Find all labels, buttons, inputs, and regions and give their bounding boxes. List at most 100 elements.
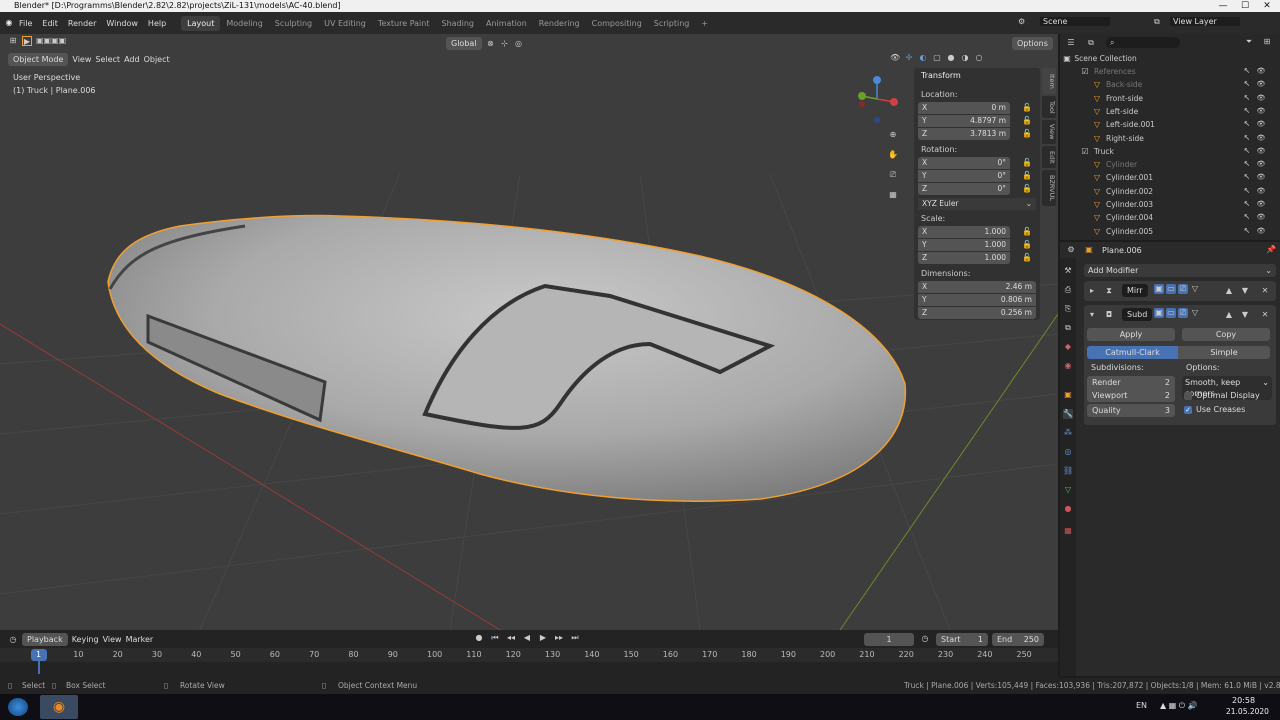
- camera-toggle-icon[interactable]: ⎚: [1178, 284, 1188, 294]
- timeline-editor-icon[interactable]: ◷: [8, 635, 18, 645]
- outliner-editor-icon[interactable]: ☰: [1066, 38, 1076, 48]
- grid-icon[interactable]: ▦: [888, 190, 898, 200]
- visibility-eye-icon[interactable]: 👁: [1256, 79, 1266, 89]
- navigation-gizmo[interactable]: [852, 74, 902, 124]
- use-creases-checkbox[interactable]: ✓ Use Creases: [1184, 405, 1245, 414]
- play-reverse-icon[interactable]: ◀: [522, 633, 532, 643]
- orientation-dropdown[interactable]: Global: [446, 37, 482, 50]
- outliner-row[interactable]: ☑ References ↖ 👁: [1060, 65, 1270, 78]
- playback-menu[interactable]: Playback: [22, 633, 68, 646]
- jump-start-icon[interactable]: ⏮: [490, 633, 500, 643]
- expand-icon[interactable]: ▸: [1087, 286, 1097, 296]
- rotation-x-field[interactable]: X 0°: [918, 157, 1010, 169]
- dimension-z-field[interactable]: Z 0.256 m: [918, 307, 1036, 319]
- transform-title[interactable]: Transform: [921, 71, 961, 80]
- visibility-eye-icon[interactable]: 👁: [1256, 93, 1266, 103]
- catmull-clark-button[interactable]: Catmull-Clark: [1087, 346, 1178, 359]
- camera-icon[interactable]: ⎚: [888, 170, 898, 180]
- world-tab-icon[interactable]: ◉: [1063, 361, 1073, 371]
- current-frame-field[interactable]: 1: [864, 633, 914, 646]
- selectable-arrow-icon[interactable]: ↖: [1242, 133, 1252, 143]
- monitor-icon[interactable]: ▭: [1166, 308, 1176, 318]
- location-z-field[interactable]: Z 3.7813 m: [918, 128, 1010, 140]
- minimize-button[interactable]: —: [1212, 0, 1234, 12]
- rotation-y-field[interactable]: Y 0°: [918, 170, 1010, 182]
- selectable-arrow-icon[interactable]: ↖: [1242, 212, 1252, 222]
- proportional-edit-icon[interactable]: ◎: [514, 39, 524, 49]
- data-tab-icon[interactable]: ▽: [1063, 485, 1073, 495]
- lock-icon[interactable]: 🔓: [1022, 171, 1032, 180]
- jump-end-icon[interactable]: ⏭: [570, 633, 580, 643]
- menu-edit[interactable]: Edit: [37, 19, 63, 28]
- 3d-viewport[interactable]: ⊞ ▶ ▣▣▣▣ Global ⊗ ⊹ ◎ Options Object Mod…: [0, 34, 1058, 630]
- location-y-field[interactable]: Y 4.8797 m: [918, 115, 1010, 127]
- filter-icon[interactable]: ⏷: [1244, 37, 1254, 47]
- visibility-eye-icon[interactable]: 👁: [1256, 186, 1266, 196]
- tray-icons[interactable]: ▲ ▦ ⏻ 🔊: [1160, 701, 1198, 711]
- tool-tab-icon[interactable]: ⚒: [1063, 266, 1073, 276]
- shading-solid-icon[interactable]: ●: [946, 53, 956, 63]
- rotation-z-field[interactable]: Z 0°: [918, 183, 1010, 195]
- outliner-row[interactable]: ▽ Cylinder.003 ↖ 👁: [1060, 198, 1270, 211]
- outliner-row[interactable]: ▽ Cylinder.002 ↖ 👁: [1060, 185, 1270, 198]
- maximize-button[interactable]: ☐: [1234, 0, 1256, 12]
- dimension-x-field[interactable]: X 2.46 m: [918, 281, 1036, 293]
- outliner-row[interactable]: ▽ Cylinder.005 ↖ 👁: [1060, 225, 1270, 238]
- close-button[interactable]: ✕: [1256, 0, 1278, 12]
- timeline-view-menu[interactable]: View: [103, 635, 122, 644]
- remove-modifier-icon[interactable]: ✕: [1260, 286, 1270, 296]
- scale-x-field[interactable]: X 1.000: [918, 226, 1010, 238]
- subsurf-name-field[interactable]: Subd: [1122, 308, 1153, 321]
- output-tab-icon[interactable]: ⎘: [1063, 304, 1073, 314]
- prev-keyframe-icon[interactable]: ◂◂: [506, 633, 516, 643]
- view-layer-tab-icon[interactable]: ⧉: [1063, 323, 1073, 333]
- lock-icon[interactable]: 🔓: [1022, 158, 1032, 167]
- modifier-tab-icon[interactable]: 🔧: [1063, 409, 1073, 419]
- tab-shading[interactable]: Shading: [435, 16, 480, 31]
- constraints-tab-icon[interactable]: ⛓: [1063, 466, 1073, 476]
- lock-icon[interactable]: 🔓: [1022, 227, 1032, 236]
- scene-icon[interactable]: ⚙: [1018, 17, 1025, 26]
- object-tab-icon[interactable]: ▣: [1063, 390, 1073, 400]
- tab-texture-paint[interactable]: Texture Paint: [372, 16, 436, 31]
- record-icon[interactable]: ●: [474, 633, 484, 643]
- visibility-eye-icon[interactable]: 👁: [1256, 172, 1266, 182]
- tab-sculpting[interactable]: Sculpting: [269, 16, 318, 31]
- viewport-menu-add[interactable]: Add: [124, 55, 140, 64]
- tab-modeling[interactable]: Modeling: [220, 16, 268, 31]
- tab-item[interactable]: Item: [1042, 68, 1056, 94]
- render-levels-field[interactable]: Render 2: [1087, 376, 1175, 389]
- menu-help[interactable]: Help: [143, 19, 171, 28]
- move-up-icon[interactable]: ▲: [1224, 286, 1234, 296]
- visibility-eye-icon[interactable]: 👁: [1256, 226, 1266, 236]
- selectable-arrow-icon[interactable]: ↖: [1242, 66, 1252, 76]
- add-modifier-dropdown[interactable]: Add Modifier ⌄: [1084, 264, 1276, 277]
- play-icon[interactable]: ▶: [538, 633, 548, 643]
- keying-menu[interactable]: Keying: [72, 635, 99, 644]
- add-workspace-icon[interactable]: +: [695, 16, 714, 31]
- tab-animation[interactable]: Animation: [480, 16, 533, 31]
- selectable-arrow-icon[interactable]: ↖: [1242, 79, 1252, 89]
- outliner-search-input[interactable]: ⌕: [1106, 37, 1180, 48]
- selectable-arrow-icon[interactable]: ↖: [1242, 199, 1252, 209]
- tab-bzrvul[interactable]: BZRVUL: [1042, 170, 1056, 206]
- next-keyframe-icon[interactable]: ▸▸: [554, 633, 564, 643]
- outliner-row[interactable]: ▽ Cylinder ↖ 👁: [1060, 158, 1270, 171]
- selectable-arrow-icon[interactable]: ↖: [1242, 93, 1252, 103]
- viewport-menu-object[interactable]: Object: [144, 55, 170, 64]
- visibility-eye-icon[interactable]: 👁: [1256, 133, 1266, 143]
- monitor-icon[interactable]: ▭: [1166, 284, 1176, 294]
- simple-button[interactable]: Simple: [1178, 346, 1270, 359]
- outliner-row[interactable]: ☑ Truck ↖ 👁: [1060, 145, 1270, 158]
- selectable-arrow-icon[interactable]: ↖: [1242, 106, 1252, 116]
- selectable-arrow-icon[interactable]: ↖: [1242, 159, 1252, 169]
- remove-modifier-icon[interactable]: ✕: [1260, 310, 1270, 320]
- render-tab-icon[interactable]: ⎙: [1063, 285, 1073, 295]
- apply-button[interactable]: Apply: [1087, 328, 1175, 341]
- selectable-arrow-icon[interactable]: ↖: [1242, 186, 1252, 196]
- select-tool-icon[interactable]: ▶: [22, 36, 32, 46]
- scale-y-field[interactable]: Y 1.000: [918, 239, 1010, 251]
- move-down-icon[interactable]: ▼: [1240, 286, 1250, 296]
- tab-rendering[interactable]: Rendering: [533, 16, 586, 31]
- collapse-icon[interactable]: ▾: [1087, 310, 1097, 320]
